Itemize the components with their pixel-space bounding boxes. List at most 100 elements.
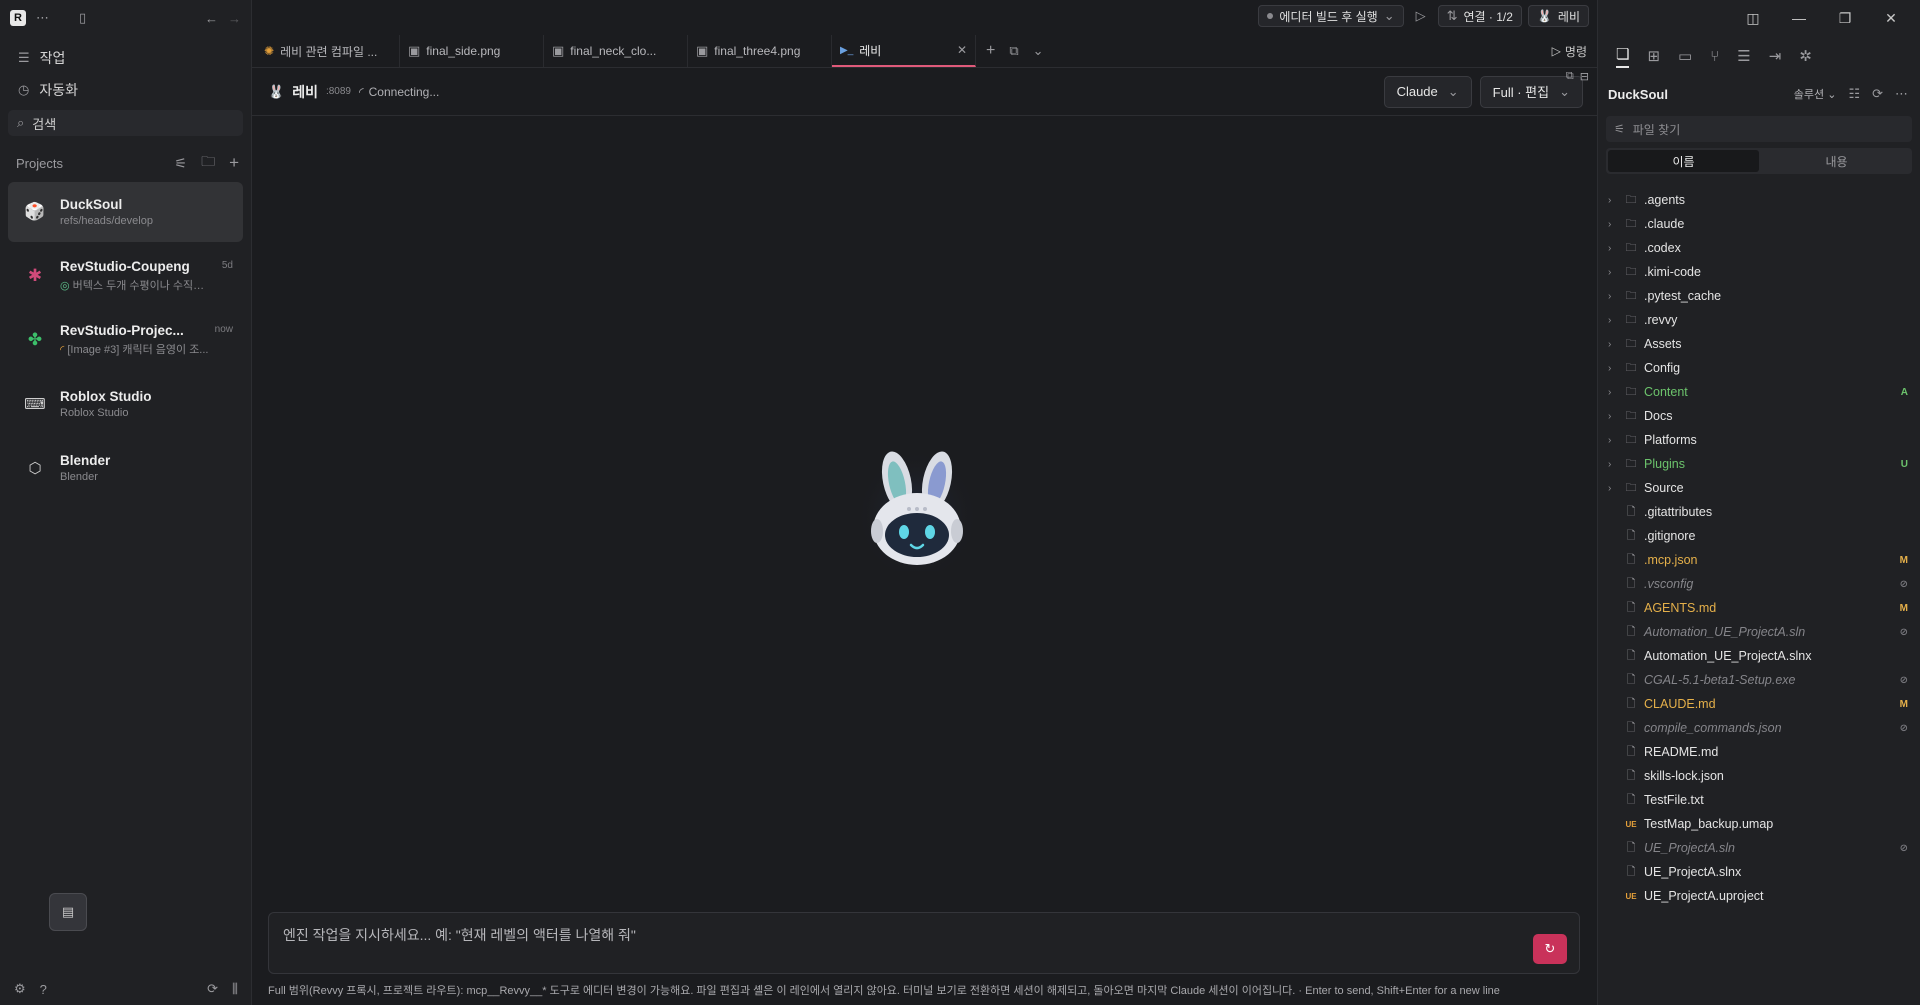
checklist-icon[interactable]: ☰ [1737, 47, 1750, 65]
files-icon[interactable]: ❏ [1616, 45, 1630, 68]
bug-icon[interactable]: ✲ [1799, 47, 1812, 65]
chevron-right-icon[interactable]: › [1608, 483, 1622, 494]
help-icon[interactable]: ? [40, 982, 47, 997]
file-row[interactable]: 🗋 README.md [1598, 740, 1920, 764]
book-icon[interactable]: ▭ [1678, 47, 1692, 65]
folder-row[interactable]: › 🗀 Assets [1598, 332, 1920, 356]
send-button[interactable]: ↻ [1533, 934, 1567, 964]
settings-icon[interactable]: ⚙ [14, 981, 26, 997]
folder-row[interactable]: › 🗀 Content A [1598, 380, 1920, 404]
project-item-revstudio-coupeng[interactable]: ✱ RevStudio-Coupeng ◎ 버텍스 두개 수평이나 수직으...… [8, 246, 243, 306]
sidebar-search[interactable]: ⌕ 검색 [8, 110, 243, 136]
command-button[interactable]: ▷ 명령 [1552, 35, 1597, 67]
add-project-icon[interactable]: + [229, 153, 239, 173]
tab-final-three4[interactable]: ▣ final_three4.png [688, 35, 832, 67]
close-window-icon[interactable]: ✕ [1868, 0, 1914, 36]
chevron-right-icon[interactable]: › [1608, 339, 1622, 350]
chevron-right-icon[interactable]: › [1608, 195, 1622, 206]
chevron-right-icon[interactable]: › [1608, 459, 1622, 470]
nav-item-tasks[interactable]: ☰ 작업 [8, 42, 243, 74]
folder-row[interactable]: › 🗀 Config [1598, 356, 1920, 380]
tab-compile[interactable]: ✺ 레비 관련 컴파일 ... [256, 35, 400, 67]
file-row[interactable]: 🗋 .mcp.json M [1598, 548, 1920, 572]
chevron-right-icon[interactable]: › [1608, 435, 1622, 446]
file-row[interactable]: UE UE_ProjectA.uproject [1598, 884, 1920, 908]
filter-icon[interactable]: ⚟ [175, 155, 188, 172]
file-row[interactable]: 🗋 CGAL-5.1-beta1-Setup.exe ⊘ [1598, 668, 1920, 692]
file-row[interactable]: 🗋 Automation_UE_ProjectA.sln ⊘ [1598, 620, 1920, 644]
chevron-right-icon[interactable]: › [1608, 363, 1622, 374]
tab-final-neck[interactable]: ▣ final_neck_clo... [544, 35, 688, 67]
nav-item-automation[interactable]: ◷ 자동화 [8, 74, 243, 106]
file-row[interactable]: 🗋 AGENTS.md M [1598, 596, 1920, 620]
file-row[interactable]: 🗋 UE_ProjectA.sln ⊘ [1598, 836, 1920, 860]
folder-row[interactable]: › 🗀 Platforms [1598, 428, 1920, 452]
grid-icon[interactable]: ⊞ [1647, 47, 1660, 65]
chevron-right-icon[interactable]: › [1608, 219, 1622, 230]
chevron-down-icon[interactable]: ⌄ [1033, 43, 1044, 59]
model-select[interactable]: Claude ⌄ [1383, 75, 1472, 108]
panel-layout-icon[interactable]: ◫ [1730, 0, 1776, 36]
split-view-icon[interactable]: ⧉ [1009, 43, 1018, 59]
expand-icon[interactable]: ⧉ [1566, 70, 1574, 83]
seg-content[interactable]: 내용 [1761, 148, 1912, 174]
file-search-input[interactable]: ⚟ 파일 찾기 [1606, 116, 1912, 142]
file-row[interactable]: 🗋 TestFile.txt [1598, 788, 1920, 812]
file-row[interactable]: 🗋 Automation_UE_ProjectA.slnx [1598, 644, 1920, 668]
play-icon[interactable]: ▷ [1410, 8, 1432, 24]
restore-icon[interactable]: ❐ [1822, 0, 1868, 36]
tab-final-side[interactable]: ▣ final_side.png [400, 35, 544, 67]
file-row[interactable]: 🗋 .gitattributes [1598, 500, 1920, 524]
sidebar-toggle-icon[interactable]: ▯ [79, 10, 86, 26]
forward-arrow-icon[interactable]: → [228, 11, 241, 26]
add-tab-icon[interactable]: + [986, 42, 995, 60]
sync-icon[interactable]: ⟳ [207, 981, 218, 997]
folder-row[interactable]: › 🗀 Source [1598, 476, 1920, 500]
project-item-roblox-studio[interactable]: ⌨ Roblox Studio Roblox Studio [8, 374, 243, 434]
git-branch-icon[interactable]: ⑂ [1710, 48, 1719, 65]
folder-row[interactable]: › 🗀 .kimi-code [1598, 260, 1920, 284]
folder-row[interactable]: › 🗀 Plugins U [1598, 452, 1920, 476]
chat-composer[interactable]: 엔진 작업을 지시하세요... 예: "현재 레벨의 액터를 나열해 줘" ↻ [268, 912, 1580, 974]
list-view-icon[interactable]: ☷ [1848, 86, 1860, 102]
folder-row[interactable]: › 🗀 Docs [1598, 404, 1920, 428]
more-icon[interactable]: ⋯ [1895, 86, 1908, 102]
folder-row[interactable]: › 🗀 .agents [1598, 188, 1920, 212]
tab-revi[interactable]: ▶_ 레비 ✕ [832, 35, 976, 67]
project-item-blender[interactable]: ⬡ Blender Blender [8, 438, 243, 498]
file-row[interactable]: 🗋 UE_ProjectA.slnx [1598, 860, 1920, 884]
panel-split-icon[interactable]: ⫼ [232, 981, 238, 997]
folder-row[interactable]: › 🗀 .claude [1598, 212, 1920, 236]
file-row[interactable]: 🗋 .gitignore [1598, 524, 1920, 548]
file-row[interactable]: UE TestMap_backup.umap [1598, 812, 1920, 836]
folder-row[interactable]: › 🗀 .pytest_cache [1598, 284, 1920, 308]
more-icon[interactable]: ⋯ [36, 10, 49, 26]
folder-row[interactable]: › 🗀 .revvy [1598, 308, 1920, 332]
chevron-right-icon[interactable]: › [1608, 411, 1622, 422]
seg-name[interactable]: 이름 [1608, 150, 1759, 172]
solution-select[interactable]: 솔루션 ⌄ [1794, 86, 1837, 102]
app-logo-icon[interactable]: R [10, 10, 26, 26]
chevron-right-icon[interactable]: › [1608, 243, 1622, 254]
run-config-select[interactable]: 에디터 빌드 후 실행 ⌄ [1258, 5, 1404, 27]
project-item-ducksoul[interactable]: 🎲 DuckSoul refs/heads/develop [8, 182, 243, 242]
chevron-right-icon[interactable]: › [1608, 315, 1622, 326]
split-icon[interactable]: ⊟ [1580, 70, 1589, 83]
connection-button[interactable]: ⇅ 연결 · 1/2 [1437, 5, 1522, 27]
chevron-right-icon[interactable]: › [1608, 267, 1622, 278]
back-arrow-icon[interactable]: ← [205, 11, 218, 26]
project-item-revstudio-project[interactable]: ✤ RevStudio-Projec... ◜ [Image #3] 캐릭터 음… [8, 310, 243, 370]
file-row[interactable]: 🗋 compile_commands.json ⊘ [1598, 716, 1920, 740]
chevron-right-icon[interactable]: › [1608, 291, 1622, 302]
folder-row[interactable]: › 🗀 .codex [1598, 236, 1920, 260]
file-row[interactable]: 🗋 CLAUDE.md M [1598, 692, 1920, 716]
close-icon[interactable]: ✕ [957, 43, 967, 57]
chevron-right-icon[interactable]: › [1608, 387, 1622, 398]
file-row[interactable]: 🗋 skills-lock.json [1598, 764, 1920, 788]
file-row[interactable]: 🗋 .vsconfig ⊘ [1598, 572, 1920, 596]
user-button[interactable]: 🐰 레비 [1527, 5, 1589, 27]
diff-icon[interactable]: ⇥ [1769, 47, 1782, 65]
minimize-icon[interactable]: — [1776, 0, 1822, 36]
refresh-icon[interactable]: ⟳ [1872, 86, 1883, 102]
layout-panel-button[interactable]: ▤ [49, 893, 87, 931]
